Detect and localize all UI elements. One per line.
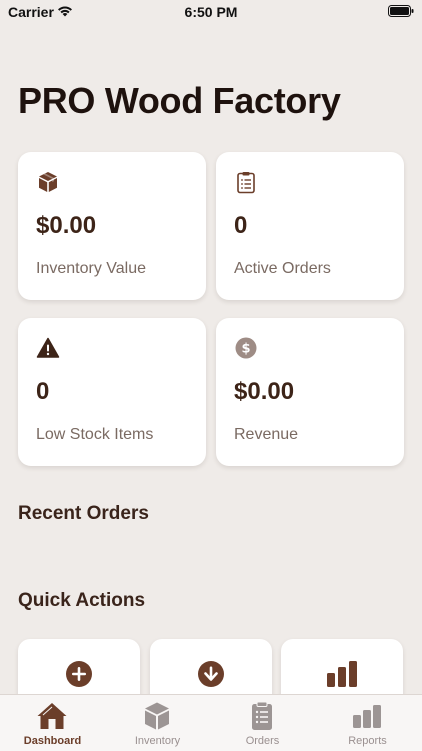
battery-icon (388, 5, 414, 17)
tab-orders[interactable]: Orders (210, 695, 315, 751)
warning-icon (36, 337, 60, 358)
stat-value: 0 (234, 212, 248, 239)
stat-label: Low Stock Items (36, 426, 154, 443)
quick-actions-heading: Quick Actions (18, 590, 146, 611)
svg-text:$: $ (241, 342, 250, 357)
recent-orders-heading: Recent Orders (18, 503, 149, 524)
download-circle-icon (198, 661, 224, 687)
tab-inventory[interactable]: Inventory (105, 695, 210, 751)
house-icon (37, 703, 67, 729)
tab-bar: Dashboard Inventory Orders Reports (0, 694, 422, 751)
active-orders-card[interactable]: 0 Active Orders (216, 152, 404, 300)
stat-label: Revenue (234, 426, 299, 443)
tab-dashboard[interactable]: Dashboard (0, 695, 105, 751)
low-stock-card[interactable]: 0 Low Stock Items (18, 318, 206, 466)
tab-label: Dashboard (23, 735, 82, 747)
dollar-icon: $ (235, 337, 257, 359)
clock-label: 6:50 PM (184, 4, 238, 20)
tab-label: Reports (348, 735, 387, 747)
tab-label: Inventory (134, 735, 181, 747)
add-circle-icon (66, 661, 92, 687)
list-clipboard-icon (252, 701, 272, 730)
status-bar: Carrier 6:50 PM (0, 0, 422, 24)
tab-reports[interactable]: Reports (315, 695, 420, 751)
cube-icon (145, 702, 169, 730)
clipboard-icon (237, 172, 255, 194)
stat-value: $0.00 (234, 378, 295, 405)
stat-label: Active Orders (234, 260, 331, 277)
bar-chart-icon (327, 661, 357, 687)
stat-label: Inventory Value (36, 260, 146, 277)
stat-value: $0.00 (36, 212, 97, 239)
box-icon (39, 172, 57, 192)
chart-icon (353, 705, 381, 728)
stat-value: 0 (36, 378, 50, 405)
inventory-value-card[interactable]: $0.00 Inventory Value (18, 152, 206, 300)
revenue-card[interactable]: $ $0.00 Revenue (216, 318, 404, 466)
tab-label: Orders (245, 735, 280, 747)
page-title: PRO Wood Factory (18, 80, 341, 121)
